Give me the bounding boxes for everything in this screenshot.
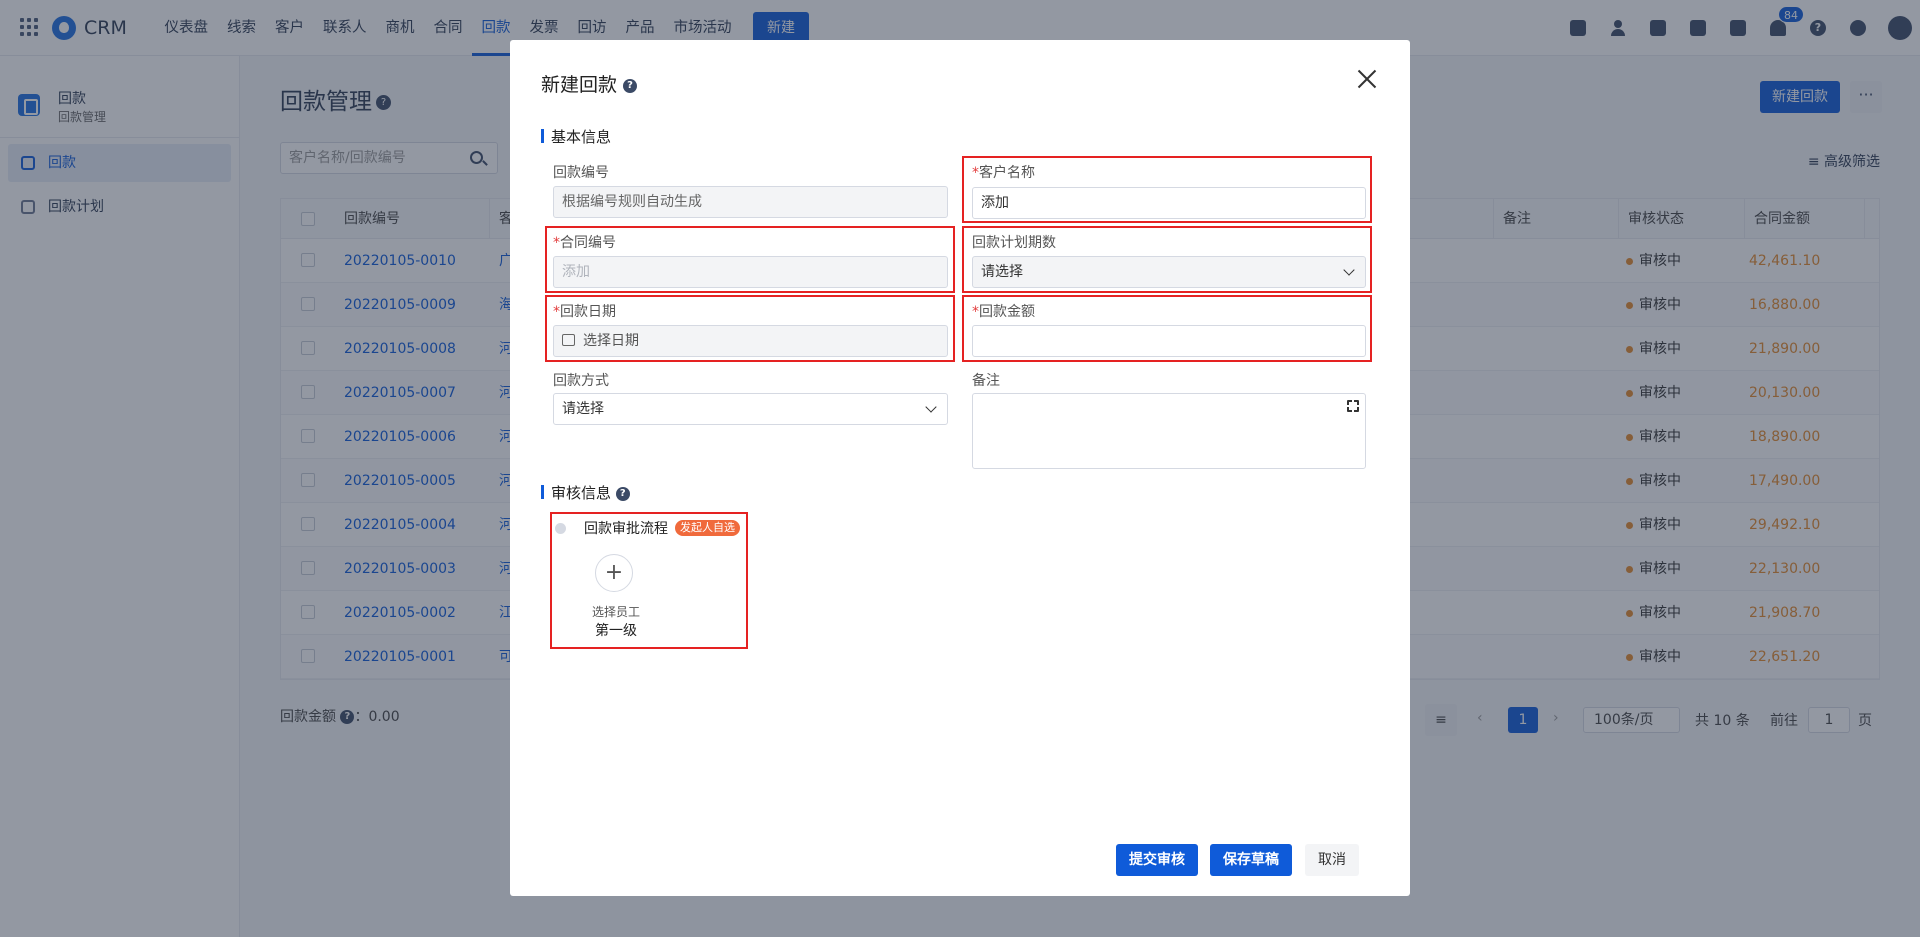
- customer-field[interactable]: 添加: [972, 187, 1366, 219]
- help-icon[interactable]: ?: [623, 78, 638, 93]
- receipt-no-field: 根据编号规则自动生成: [553, 186, 948, 218]
- remark-label: 备注: [972, 373, 1000, 389]
- plan-period-label: 回款计划期数: [972, 235, 1056, 251]
- section-review-info: 审核信息 ?: [541, 482, 630, 503]
- section-basic-info: 基本信息: [541, 126, 611, 147]
- close-icon[interactable]: [1356, 68, 1378, 90]
- method-label: 回款方式: [553, 373, 609, 389]
- method-select[interactable]: 请选择: [553, 393, 948, 425]
- date-picker[interactable]: 选择日期: [553, 325, 948, 357]
- approval-flow-name: 回款审批流程: [584, 521, 668, 537]
- cancel-button[interactable]: 取消: [1305, 844, 1359, 876]
- receipt-no-label: 回款编号: [553, 165, 609, 181]
- submit-review-button[interactable]: 提交审核: [1116, 844, 1198, 876]
- remark-textarea[interactable]: [972, 393, 1366, 469]
- amount-field[interactable]: [972, 325, 1366, 357]
- new-receipt-dialog: 新建回款 ? 基本信息 回款编号 根据编号规则自动生成 *客户名称 添加 *合同…: [510, 40, 1410, 896]
- chevron-down-icon: [925, 401, 937, 413]
- flow-tag-badge: 发起人自选: [675, 520, 740, 536]
- add-approver-button[interactable]: +: [595, 554, 633, 592]
- dialog-title: 新建回款 ?: [541, 70, 638, 97]
- contract-field[interactable]: 添加: [553, 256, 948, 288]
- chevron-down-icon: [1343, 264, 1355, 276]
- amount-label: *回款金额: [972, 304, 1035, 320]
- help-icon[interactable]: ?: [615, 486, 630, 501]
- contract-label: *合同编号: [553, 235, 616, 251]
- flow-node-dot: [555, 523, 566, 534]
- select-employee-label: 选择员工: [592, 605, 641, 619]
- fullscreen-icon[interactable]: [1346, 399, 1360, 413]
- plan-period-select[interactable]: 请选择: [972, 256, 1366, 288]
- save-draft-button[interactable]: 保存草稿: [1210, 844, 1292, 876]
- approval-level: 第一级: [595, 623, 637, 639]
- date-label: *回款日期: [553, 304, 616, 320]
- customer-label: *客户名称: [972, 165, 1035, 181]
- calendar-icon: [562, 334, 575, 346]
